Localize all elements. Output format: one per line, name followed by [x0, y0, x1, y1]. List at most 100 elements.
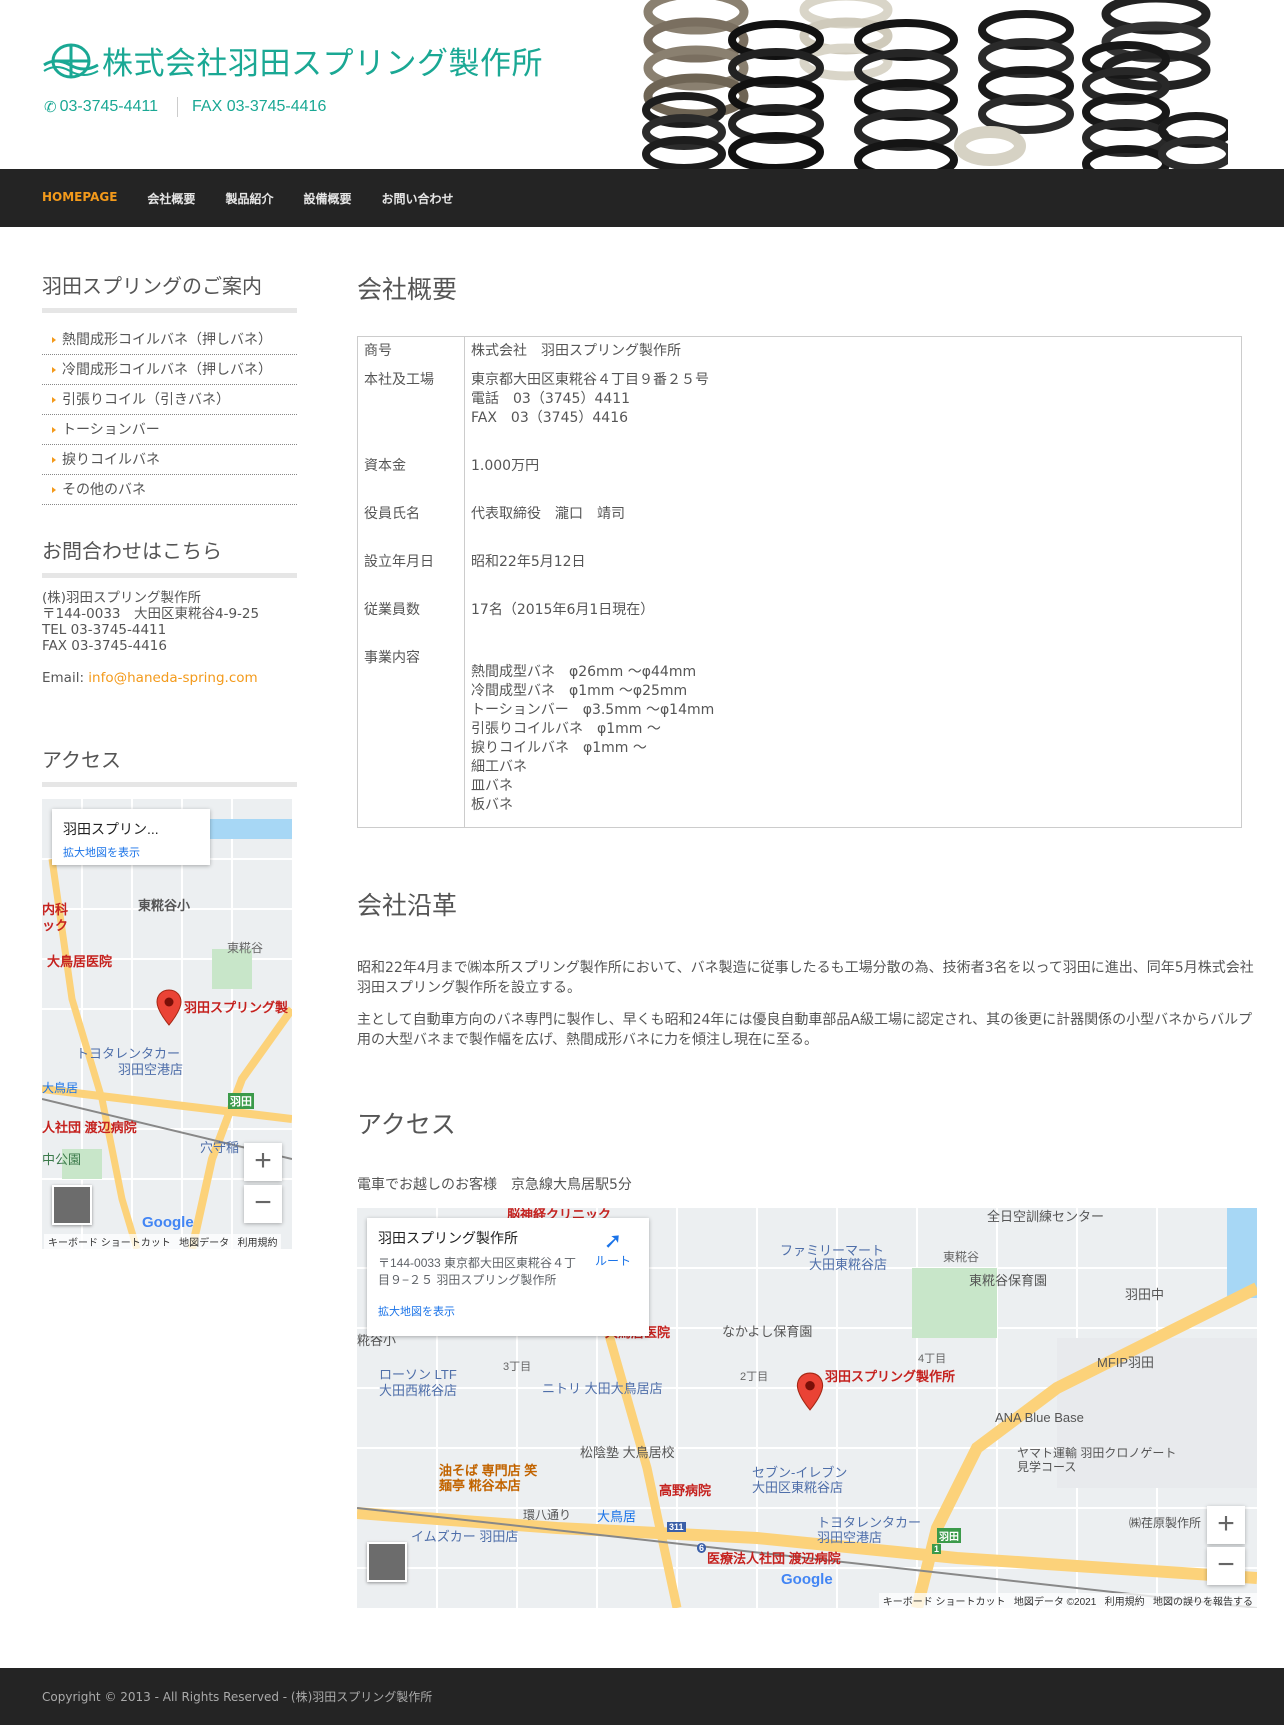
table-value-line: 冷間成型バネ φ1mm ～φ25mm [471, 683, 688, 699]
arrow-right-icon [52, 367, 56, 373]
guide-item[interactable]: トーションバー [42, 415, 297, 445]
main-navigation: HOMEPAGE 会社概要 製品紹介 設備概要 お問い合わせ [0, 169, 1284, 227]
nav-item-products[interactable]: 製品紹介 [225, 190, 273, 207]
contact-widget: お問合わせはこちら (株)羽田スプリング製作所 〒144-0033 大田区東糀谷… [42, 535, 297, 686]
table-value: 熱間成型バネ φ26mm ～φ44mm 冷間成型バネ φ1mm ～φ25mm ト… [465, 644, 1242, 828]
table-value-line: 昭和22年5月12日 [471, 554, 586, 570]
map-footer-shortcuts[interactable]: キーボード ショートカット [48, 1238, 171, 1249]
history-paragraph: 主として自動車方向のバネ専門に製作し、早くも昭和24年には優良自動車部品A級工場… [357, 1012, 1253, 1048]
sidebar: 羽田スプリングのご案内 熱間成形コイルバネ（押しバネ） 冷間成形コイルバネ（押し… [42, 270, 297, 1249]
satellite-toggle-thumbnail[interactable] [52, 1185, 92, 1225]
guide-item[interactable]: 冷間成形コイルバネ（押しバネ） [42, 355, 297, 385]
table-value: 東京都大田区東糀谷４丁目９番２５号 電話 03（3745）4411 FAX 03… [465, 366, 1242, 452]
zoom-in-button[interactable]: + [244, 1143, 282, 1181]
table-value-line: FAX 03（3745）4416 [471, 410, 629, 426]
nav-item-equipment[interactable]: 設備概要 [303, 190, 351, 207]
header-fax: FAX 03-3745-4416 [192, 98, 327, 115]
map-label: ANA Blue Base [995, 1410, 1084, 1425]
guide-list: 熱間成形コイルバネ（押しバネ） 冷間成形コイルバネ（押しバネ） 引張りコイル（引… [42, 325, 297, 505]
guide-item-label: 熱間成形コイルバネ（押しバネ） [62, 332, 272, 348]
guide-item[interactable]: 熱間成形コイルバネ（押しバネ） [42, 325, 297, 355]
guide-item[interactable]: 引張りコイル（引きバネ） [42, 385, 297, 415]
sidebar-map-enlarge-link[interactable]: 拡大地図を表示 [63, 844, 199, 860]
guide-item-label: トーションバー [62, 422, 160, 438]
main-map-address: 〒144-0033 東京都大田区東糀谷４丁目９−２５ 羽田スプリング製作所 [378, 1256, 577, 1287]
map-footer-shortcuts[interactable]: キーボード ショートカット [883, 1597, 1006, 1608]
main-map-route-button[interactable]: ➚ ルート [595, 1230, 631, 1269]
satellite-toggle-thumbnail[interactable] [367, 1542, 407, 1582]
arrow-right-icon [52, 427, 56, 433]
map-footer-data: 地図データ ©2021 [1013, 1597, 1097, 1608]
copyright-text: Copyright © 2013 - All Rights Reserved -… [42, 1690, 433, 1704]
contact-address: 〒144-0033 大田区東糀谷4-9-25 [42, 606, 260, 622]
table-value-line: 1.000万円 [471, 458, 540, 474]
nav-item-homepage[interactable]: HOMEPAGE [42, 190, 117, 204]
table-value: 17名（2015年6月1日現在） [465, 596, 1242, 644]
nav-item-company[interactable]: 会社概要 [147, 190, 195, 207]
map-label: ニトリ 大田大鳥居店 [542, 1381, 663, 1396]
table-label: 役員氏名 [357, 500, 465, 548]
contact-fax: FAX 03-3745-4416 [42, 638, 167, 654]
header-contact: ✆ 03-3745-4411 FAX 03-3745-4416 [44, 97, 326, 117]
map-label: 1 [932, 1544, 942, 1554]
contact-widget-title: お問合わせはこちら [42, 535, 297, 578]
table-value-line: 細工バネ [471, 759, 527, 775]
table-value-line: 引張りコイルバネ φ1mm ～ [471, 721, 661, 737]
map-pin-icon [156, 989, 182, 1026]
main-content: 会社概要 商号 株式会社 羽田スプリング製作所 本社及工場 東京都大田区東糀谷４… [357, 270, 1257, 1608]
directions-icon: ➚ [603, 1228, 623, 1253]
main-map[interactable]: 脳神経クリニック 全日空訓練センター ファミリーマート 大田東糀谷店 東糀谷 東… [357, 1208, 1257, 1608]
map-label: 大田東糀谷店 [809, 1257, 888, 1272]
springs-banner-image [636, 0, 1228, 169]
nav-item-contact[interactable]: お問い合わせ [381, 190, 453, 207]
company-info-table: 商号 株式会社 羽田スプリング製作所 本社及工場 東京都大田区東糀谷４丁目９番２… [357, 336, 1242, 828]
header-divider [177, 97, 179, 117]
arrow-right-icon [52, 397, 56, 403]
guide-item[interactable]: 捩りコイルバネ [42, 445, 297, 475]
table-value: 代表取締役 瀧口 靖司 [465, 500, 1242, 548]
guide-item-label: 冷間成形コイルバネ（押しバネ） [62, 362, 272, 378]
table-label: 従業員数 [357, 596, 465, 644]
contact-email-row: Email: info@haneda-spring.com [42, 670, 297, 686]
map-footer-terms[interactable]: 利用規約 [237, 1238, 277, 1249]
map-footer-report[interactable]: 地図の誤りを報告する [1153, 1597, 1253, 1608]
guide-item[interactable]: その他のバネ [42, 475, 297, 505]
guide-item-label: その他のバネ [62, 482, 146, 498]
table-value-line: 東京都大田区東糀谷４丁目９番２５号 [471, 372, 709, 388]
access-widget-title: アクセス [42, 744, 297, 787]
map-label: 環八通り [523, 1508, 572, 1522]
map-label: 東糀谷 [227, 941, 264, 955]
zoom-in-button[interactable]: + [1207, 1506, 1245, 1544]
contact-company: (株)羽田スプリング製作所 [42, 590, 202, 606]
map-label: 大鳥居 [597, 1509, 637, 1524]
contact-tel: TEL 03-3745-4411 [42, 622, 167, 638]
main-map-footer: キーボード ショートカット 地図データ ©2021 利用規約 地図の誤りを報告す… [878, 1593, 1257, 1608]
company-logo-icon [43, 43, 99, 78]
table-label: 本社及工場 [357, 366, 465, 452]
map-label: 穴守稲 [200, 1140, 240, 1155]
header-phone: 03-3745-4411 [59, 98, 159, 115]
site-logo[interactable]: 株式会社羽田スプリング製作所 [42, 38, 543, 83]
map-label: 医療法人社団 渡辺病院 [707, 1551, 841, 1566]
map-label: 羽田スプリング製 [184, 1000, 289, 1015]
zoom-out-button[interactable]: − [244, 1185, 282, 1223]
guide-item-label: 引張りコイル（引きバネ） [62, 392, 230, 408]
map-label: 高野病院 [659, 1483, 712, 1498]
map-footer-data: 地図データ [179, 1238, 230, 1249]
main-map-enlarge-link[interactable]: 拡大地図を表示 [378, 1303, 638, 1319]
map-label: 大田区東糀谷店 [752, 1480, 844, 1495]
table-row: 役員氏名 代表取締役 瀧口 靖司 [357, 500, 1242, 548]
map-label: 4丁目 [918, 1353, 947, 1365]
map-label: ヤマト運輸 羽田クロノゲート 見学コース [1017, 1446, 1177, 1474]
table-label: 設立年月日 [357, 548, 465, 596]
zoom-out-button[interactable]: − [1207, 1547, 1245, 1585]
table-value: 1.000万円 [465, 452, 1242, 500]
company-heading: 会社概要 [357, 275, 458, 304]
table-value: 株式会社 羽田スプリング製作所 [465, 337, 1242, 367]
map-label: 松陰塾 大鳥居校 [580, 1445, 675, 1460]
email-link[interactable]: info@haneda-spring.com [88, 670, 257, 686]
map-footer-terms[interactable]: 利用規約 [1105, 1597, 1145, 1608]
map-label: 東糀谷 [943, 1250, 980, 1264]
sidebar-map[interactable]: 東糀谷小 東糀谷 内科 ック 大鳥居医院 羽田スプリング製 トヨタレンタカー 羽… [42, 799, 292, 1249]
main-map-info-card: 羽田スプリング製作所 〒144-0033 東京都大田区東糀谷４丁目９−２５ 羽田… [367, 1218, 649, 1336]
